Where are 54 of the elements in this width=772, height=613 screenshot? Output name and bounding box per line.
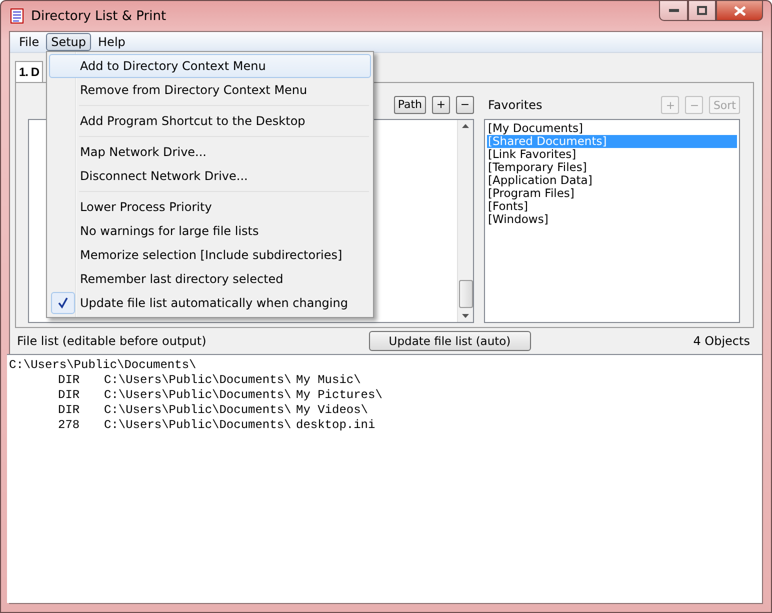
- menu-item[interactable]: Map Network Drive...: [49, 140, 371, 164]
- file-name: My Videos\: [296, 403, 368, 418]
- window-title: Directory List & Print: [31, 8, 168, 24]
- favorite-item[interactable]: [Fonts]: [487, 200, 737, 213]
- maximize-button[interactable]: [688, 1, 716, 21]
- scrollbar[interactable]: [457, 120, 473, 322]
- file-path: C:\Users\Public\Documents\: [104, 418, 292, 433]
- menu-item[interactable]: Add Program Shortcut to the Desktop: [49, 109, 371, 133]
- menu-item[interactable]: No warnings for large file lists: [49, 219, 371, 243]
- favorite-item[interactable]: [Temporary Files]: [487, 161, 737, 174]
- object-count: 4 Objects: [693, 334, 750, 348]
- favorite-item[interactable]: [Application Data]: [487, 174, 737, 187]
- favorites-label: Favorites: [488, 98, 542, 112]
- directory-path: C:\Users\Public\Documents\: [9, 358, 196, 373]
- menu-title[interactable]: Help: [93, 33, 130, 51]
- menu-item[interactable]: Disconnect Network Drive...: [49, 164, 371, 188]
- favorite-item[interactable]: [Windows]: [487, 213, 737, 226]
- file-path: C:\Users\Public\Documents\: [104, 373, 292, 388]
- file-list-field[interactable]: C:\Users\Public\Documents\ DIR C:\Users\Public\Documents\ My Music\ DIR C:\Users\Public\Documents\ My Pictures\ DIR C:\Users\Public\Documents\ My Videos\ 278 C:\Users\Public\Documents\ desktop.ini: [7, 354, 762, 603]
- scroll-up-icon[interactable]: [462, 124, 469, 128]
- file-path: C:\Users\Public\Documents\: [104, 403, 292, 418]
- menu-item[interactable]: Remove from Directory Context Menu: [49, 78, 371, 102]
- file-path: C:\Users\Public\Documents\: [104, 388, 292, 403]
- menu-item[interactable]: Lower Process Priority: [49, 195, 371, 219]
- tab[interactable]: 1. D: [15, 61, 44, 82]
- favorite-item[interactable]: [Link Favorites]: [487, 148, 737, 161]
- minimize-button[interactable]: [659, 1, 688, 21]
- maximize-icon: [697, 6, 707, 15]
- scroll-thumb[interactable]: [458, 280, 472, 308]
- menu-item[interactable]: Memorize selection [Include subdirectories]: [49, 243, 371, 267]
- path-button[interactable]: −: [456, 96, 474, 114]
- file-name: My Pictures\: [296, 388, 382, 403]
- menu-item[interactable]: Update file list automatically when changing: [49, 291, 371, 315]
- menu-item[interactable]: Remember last directory selected: [49, 267, 371, 291]
- file-size: DIR: [58, 373, 81, 388]
- menu-item[interactable]: Add to Directory Context Menu: [49, 54, 371, 78]
- file-size: DIR: [58, 388, 81, 403]
- menu-title[interactable]: Setup: [46, 33, 92, 51]
- close-icon: [734, 6, 746, 16]
- path-button[interactable]: +: [432, 96, 450, 114]
- file-name: desktop.ini: [296, 418, 376, 433]
- scroll-down-icon[interactable]: [462, 314, 469, 318]
- favorite-item[interactable]: [Program Files]: [487, 187, 737, 200]
- minimize-icon: [668, 8, 678, 12]
- menu-title[interactable]: File: [14, 33, 44, 51]
- file-list-label: File list (editable before output): [17, 334, 206, 348]
- close-button[interactable]: [716, 1, 763, 21]
- favorite-item[interactable]: [My Documents]: [487, 122, 737, 135]
- path-button[interactable]: Path: [394, 96, 426, 114]
- list-icon: [9, 8, 25, 24]
- file-size: 278: [58, 418, 81, 433]
- file-size: DIR: [58, 403, 81, 418]
- update-button[interactable]: Update file list (auto): [368, 331, 531, 351]
- file-name: My Music\: [296, 373, 361, 388]
